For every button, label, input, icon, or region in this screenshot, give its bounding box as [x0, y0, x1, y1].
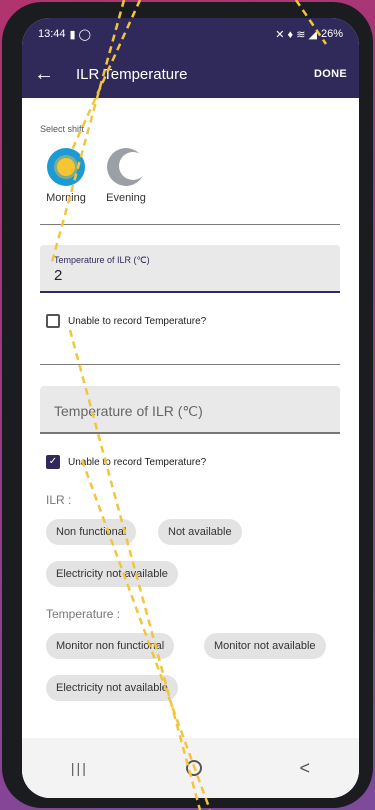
unable-to-record-label-2: Unable to record Temperature?: [68, 456, 207, 468]
chip-temp-electricity-not-available[interactable]: Electricity not available: [46, 675, 178, 701]
shift-option-evening[interactable]: Evening: [96, 148, 156, 204]
screen: 13:44 ▮ ◯ ✕ ♦ ≋ ◢ 26% ← ILR Temperature …: [22, 18, 359, 798]
temperature-input-value: 2: [54, 267, 63, 284]
temperature-group-label: Temperature :: [46, 607, 121, 621]
phone-frame: 13:44 ▮ ◯ ✕ ♦ ≋ ◢ 26% ← ILR Temperature …: [2, 2, 373, 808]
chip-temp-monitor-not-available[interactable]: Monitor not available: [204, 633, 326, 659]
temperature-input-2-placeholder: Temperature of ILR (℃): [54, 403, 203, 419]
chip-temp-monitor-non-functional[interactable]: Monitor non functional: [46, 633, 175, 659]
notification-icons: ▮ ◯: [69, 28, 91, 41]
recent-apps-icon[interactable]: |||: [71, 760, 88, 776]
sun-icon: [47, 148, 85, 186]
app-bar: ← ILR Temperature DONE: [22, 50, 359, 98]
status-bar: 13:44 ▮ ◯ ✕ ♦ ≋ ◢ 26%: [22, 18, 359, 50]
system-icons: ✕ ♦ ≋ ◢: [275, 28, 317, 41]
temperature-input-2[interactable]: Temperature of ILR (℃): [40, 386, 340, 434]
system-nav-bar: ||| <: [22, 738, 359, 798]
done-button[interactable]: DONE: [314, 68, 347, 80]
battery-level: 26%: [320, 28, 343, 40]
ilr-group-label: ILR :: [46, 493, 72, 507]
chip-ilr-not-available[interactable]: Not available: [158, 519, 242, 545]
home-icon[interactable]: [185, 760, 202, 776]
divider: [40, 364, 340, 365]
unable-to-record-checkbox[interactable]: [46, 314, 60, 328]
shift-label-evening: Evening: [106, 192, 146, 204]
shift-option-morning[interactable]: Morning: [36, 148, 96, 204]
divider: [40, 224, 340, 225]
chip-ilr-electricity-not-available[interactable]: Electricity not available: [46, 561, 178, 587]
page-title: ILR Temperature: [76, 65, 188, 83]
moon-icon: [107, 148, 147, 186]
temperature-input-label: Temperature of ILR (℃): [54, 255, 150, 265]
back-icon[interactable]: <: [300, 758, 311, 779]
form-content: Select shift Morning Evening Temperature…: [22, 98, 359, 748]
unable-to-record-checkbox-2[interactable]: ✓: [46, 455, 60, 469]
shift-section-label: Select shift: [40, 124, 85, 134]
clock: 13:44: [38, 28, 66, 40]
shift-label-morning: Morning: [46, 192, 86, 204]
unable-to-record-row[interactable]: Unable to record Temperature?: [46, 314, 206, 328]
unable-to-record-label: Unable to record Temperature?: [68, 315, 207, 327]
temperature-input[interactable]: Temperature of ILR (℃) 2: [40, 245, 340, 293]
chip-ilr-non-functional[interactable]: Non functional: [46, 519, 137, 545]
back-arrow-icon[interactable]: ←: [34, 63, 64, 86]
unable-to-record-row-2[interactable]: ✓ Unable to record Temperature?: [46, 455, 206, 469]
